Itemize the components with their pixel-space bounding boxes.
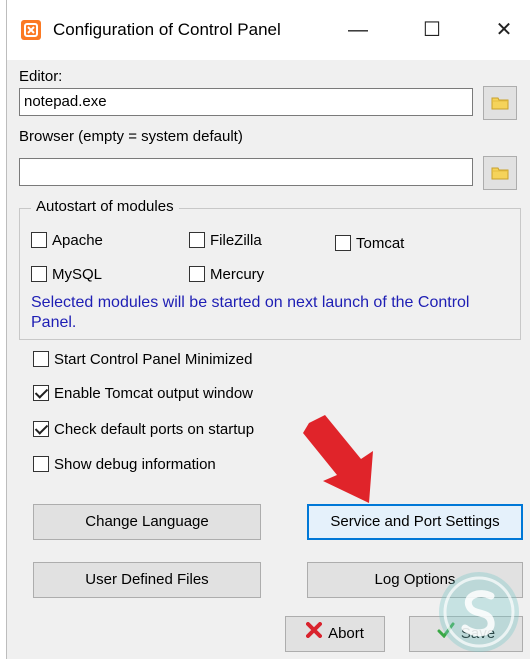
checkbox-tomcat[interactable]: Tomcat	[335, 232, 404, 254]
folder-icon	[491, 97, 509, 110]
checkbox-box[interactable]	[31, 266, 47, 282]
checkbox-apache[interactable]: Apache	[31, 229, 103, 251]
option-check-ports[interactable]: Check default ports on startup	[33, 418, 254, 440]
user-defined-files-button[interactable]: User Defined Files	[33, 562, 261, 598]
folder-icon	[491, 167, 509, 180]
checkbox-label: MySQL	[52, 265, 103, 283]
watermark-logo	[439, 572, 519, 652]
close-button[interactable]: ✕	[481, 10, 527, 50]
window-title: Configuration of Control Panel	[53, 20, 281, 39]
xampp-icon	[21, 20, 41, 40]
config-window: Configuration of Control Panel — ☐ ✕ Edi…	[6, 0, 530, 659]
autostart-info-text: Selected modules will be started on next…	[31, 294, 470, 331]
autostart-group-title: Autostart of modules	[31, 198, 179, 215]
checkbox-label: Mercury	[210, 265, 265, 283]
option-tomcat-output[interactable]: Enable Tomcat output window	[33, 382, 253, 404]
service-port-settings-button[interactable]: Service and Port Settings	[307, 504, 523, 540]
checkbox-label: Start Control Panel Minimized	[54, 350, 253, 368]
title-bar: Configuration of Control Panel — ☐ ✕	[7, 0, 530, 60]
checkbox-box[interactable]	[335, 235, 351, 251]
checkbox-label: Apache	[52, 231, 103, 249]
checkbox-filezilla[interactable]: FileZilla	[189, 229, 262, 251]
editor-browse-button[interactable]	[483, 86, 517, 120]
checkbox-mysql[interactable]: MySQL	[31, 263, 102, 285]
browser-field[interactable]	[19, 158, 473, 186]
change-language-button[interactable]: Change Language	[33, 504, 261, 540]
checkbox-box[interactable]	[33, 456, 49, 472]
abort-label: Abort	[328, 625, 364, 642]
browser-label: Browser (empty = system default)	[19, 128, 243, 145]
checkbox-box[interactable]	[33, 421, 49, 437]
checkbox-box[interactable]	[33, 385, 49, 401]
checkbox-label: Tomcat	[356, 234, 405, 252]
editor-field[interactable]: notepad.exe	[19, 88, 473, 116]
checkbox-mercury[interactable]: Mercury	[189, 263, 264, 285]
checkbox-label: Enable Tomcat output window	[54, 384, 254, 402]
checkbox-label: Show debug information	[54, 455, 216, 473]
checkbox-box[interactable]	[189, 232, 205, 248]
option-debug-info[interactable]: Show debug information	[33, 453, 216, 475]
maximize-button[interactable]: ☐	[409, 10, 455, 50]
option-start-minimized[interactable]: Start Control Panel Minimized	[33, 348, 252, 370]
browser-browse-button[interactable]	[483, 156, 517, 190]
red-arrow-icon	[303, 415, 373, 503]
checkbox-label: Check default ports on startup	[54, 420, 255, 438]
checkbox-box[interactable]	[31, 232, 47, 248]
minimize-button[interactable]: —	[335, 10, 381, 50]
abort-button[interactable]: Abort	[285, 616, 385, 652]
x-mark-icon	[306, 617, 323, 651]
editor-label: Editor:	[19, 68, 63, 85]
checkbox-box[interactable]	[189, 266, 205, 282]
checkbox-label: FileZilla	[210, 231, 262, 249]
checkbox-box[interactable]	[33, 351, 49, 367]
